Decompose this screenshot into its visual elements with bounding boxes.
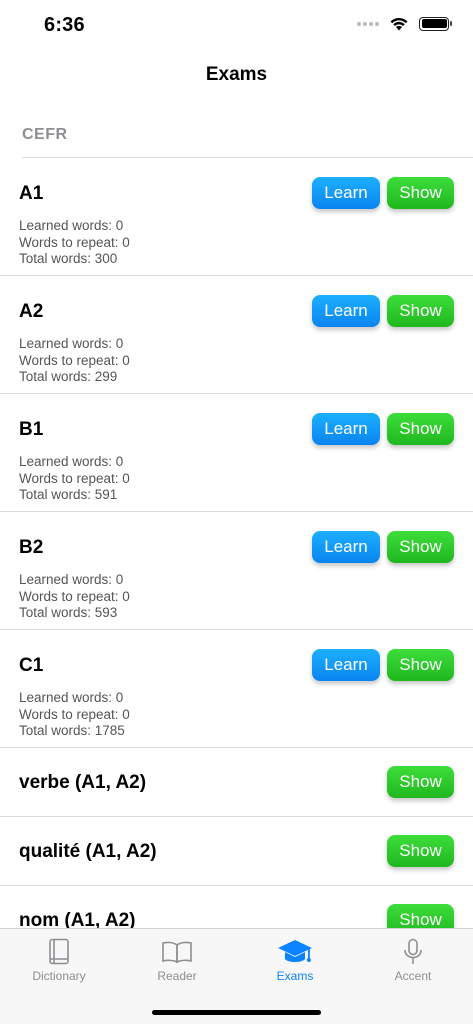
show-button[interactable]: Show [387, 766, 454, 798]
total-words: Total words: 1785 [19, 723, 125, 738]
row-title: A1 [19, 183, 44, 204]
total-words: Total words: 593 [19, 605, 118, 620]
page-title: Exams [205, 64, 268, 85]
home-indicator[interactable] [152, 1010, 321, 1015]
learned-words: Learned words: 0 [19, 218, 124, 233]
status-icons [357, 16, 452, 31]
show-button[interactable]: Show [387, 649, 454, 681]
wifi-icon [390, 17, 408, 31]
row-stats: Learned words: 0 Words to repeat: 0 Tota… [19, 454, 130, 504]
show-button[interactable]: Show [387, 904, 454, 928]
list-item: qualité (A1, A2) Show [0, 817, 473, 886]
section-header-label: CEFR [22, 126, 68, 143]
tab-exams[interactable]: Exams [236, 929, 354, 989]
list-item: A1 Learn Show Learned words: 0 Words to … [0, 158, 473, 276]
learned-words: Learned words: 0 [19, 454, 124, 469]
tab-bar: Dictionary Reader Exams Accent [0, 928, 473, 1024]
list-item: B2 Learn Show Learned words: 0 Words to … [0, 512, 473, 630]
show-button[interactable]: Show [387, 835, 454, 867]
list-item: C1 Learn Show Learned words: 0 Words to … [0, 630, 473, 748]
exam-list[interactable]: A1 Learn Show Learned words: 0 Words to … [0, 158, 473, 928]
row-stats: Learned words: 0 Words to repeat: 0 Tota… [19, 336, 130, 386]
row-title: qualité (A1, A2) [19, 841, 157, 862]
words-to-repeat: Words to repeat: 0 [19, 588, 130, 604]
status-time: 6:36 [44, 14, 85, 36]
tab-label: Dictionary [32, 969, 86, 983]
row-stats: Learned words: 0 Words to repeat: 0 Tota… [19, 218, 130, 268]
tab-label: Accent [394, 969, 432, 983]
show-button[interactable]: Show [387, 295, 454, 327]
learn-button[interactable]: Learn [312, 649, 380, 681]
learn-button[interactable]: Learn [312, 295, 380, 327]
row-title: verbe (A1, A2) [19, 772, 147, 793]
learned-words: Learned words: 0 [19, 572, 124, 587]
row-stats: Learned words: 0 Words to repeat: 0 Tota… [19, 572, 130, 622]
open-book-icon [161, 937, 193, 967]
words-to-repeat: Words to repeat: 0 [19, 234, 130, 250]
row-title: B2 [19, 537, 44, 558]
microphone-icon [402, 937, 424, 967]
row-title: C1 [19, 655, 44, 676]
total-words: Total words: 300 [19, 251, 118, 266]
cellular-signal-icon [357, 21, 379, 26]
learned-words: Learned words: 0 [19, 690, 124, 705]
status-bar: 6:36 [0, 0, 473, 52]
total-words: Total words: 591 [19, 487, 118, 502]
tab-reader[interactable]: Reader [118, 929, 236, 989]
total-words: Total words: 299 [19, 369, 118, 384]
book-icon [47, 937, 71, 967]
words-to-repeat: Words to repeat: 0 [19, 706, 130, 722]
learn-button[interactable]: Learn [312, 531, 380, 563]
show-button[interactable]: Show [387, 413, 454, 445]
list-item: nom (A1, A2) Show [0, 886, 473, 928]
show-button[interactable]: Show [387, 531, 454, 563]
row-title: nom (A1, A2) [19, 910, 136, 928]
show-button[interactable]: Show [387, 177, 454, 209]
row-stats: Learned words: 0 Words to repeat: 0 Tota… [19, 690, 130, 740]
words-to-repeat: Words to repeat: 0 [19, 352, 130, 368]
battery-icon [419, 16, 452, 31]
row-title: B1 [19, 419, 44, 440]
section-header-cefr: CEFR [22, 126, 473, 158]
row-title: A2 [19, 301, 44, 322]
learn-button[interactable]: Learn [312, 177, 380, 209]
tab-accent[interactable]: Accent [354, 929, 472, 989]
learned-words: Learned words: 0 [19, 336, 124, 351]
list-item: verbe (A1, A2) Show [0, 748, 473, 817]
list-item: A2 Learn Show Learned words: 0 Words to … [0, 276, 473, 394]
tab-label: Reader [157, 969, 197, 983]
tab-label: Exams [276, 969, 314, 983]
list-item: B1 Learn Show Learned words: 0 Words to … [0, 394, 473, 512]
tab-dictionary[interactable]: Dictionary [0, 929, 118, 989]
graduation-cap-icon [277, 937, 313, 967]
learn-button[interactable]: Learn [312, 413, 380, 445]
words-to-repeat: Words to repeat: 0 [19, 470, 130, 486]
